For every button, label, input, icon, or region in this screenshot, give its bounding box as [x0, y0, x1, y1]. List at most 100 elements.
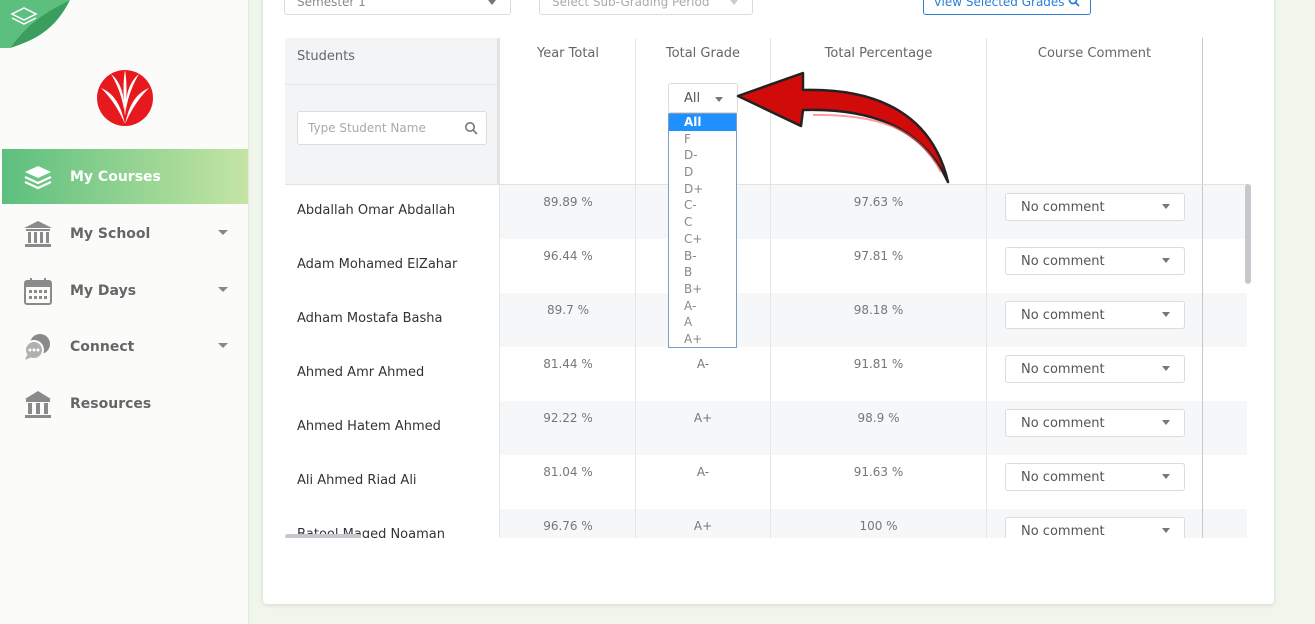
grade-option[interactable]: All: [669, 114, 736, 131]
chevron-down-icon: [1162, 474, 1170, 479]
chevron-down-icon: [218, 343, 228, 348]
red-arrow-annotation: [736, 71, 950, 184]
comment-value: No comment: [1021, 362, 1105, 377]
semester-select[interactable]: Semester 1: [284, 0, 511, 15]
chevron-down-icon: [1162, 366, 1170, 371]
grade-option[interactable]: A: [669, 314, 736, 331]
student-name: Ahmed Amr Ahmed: [285, 347, 500, 401]
course-comment-select[interactable]: No comment: [1005, 193, 1185, 221]
chevron-down-icon: [1162, 258, 1170, 263]
school-logo: [97, 70, 153, 126]
total-grade-cell: A+: [636, 401, 771, 455]
total-percentage-cell: 98.18 %: [771, 293, 987, 347]
course-comment-select[interactable]: No comment: [1005, 409, 1185, 437]
sidebar-item-label: Resources: [70, 395, 152, 412]
course-comment-select[interactable]: No comment: [1005, 247, 1185, 275]
table-row: Ahmed Hatem Ahmed 92.22 % A+ 98.9 % No comme…: [285, 401, 1247, 456]
sub-period-placeholder: Select Sub-Grading Period: [552, 0, 710, 9]
layers-icon: [22, 161, 54, 193]
sub-grading-period-select[interactable]: Select Sub-Grading Period: [539, 0, 753, 15]
total-grade-cell: A+: [636, 509, 771, 538]
students-header-label: Students: [297, 49, 355, 64]
comment-value: No comment: [1021, 254, 1105, 269]
chevron-down-icon: [1162, 528, 1170, 533]
grade-option[interactable]: A-: [669, 298, 736, 315]
grade-option[interactable]: C+: [669, 231, 736, 248]
chat-bubbles-icon: [22, 331, 54, 363]
total-grade-cell: A-: [636, 455, 771, 509]
student-name: Ali Ahmed Riad Ali: [285, 455, 500, 509]
sidebar: My Courses My School My Days Connect Res…: [0, 0, 249, 624]
library-icon: [22, 388, 54, 420]
comment-value: No comment: [1021, 470, 1105, 485]
year-total-header: Year Total: [501, 38, 636, 184]
student-search-input[interactable]: Type Student Name: [297, 111, 487, 145]
year-total-cell: 81.44 %: [501, 347, 636, 401]
grade-option[interactable]: B: [669, 264, 736, 281]
year-total-cell: 89.89 %: [501, 185, 636, 239]
table-row: Batool Maged Noaman 96.76 % A+ 100 % No comm…: [285, 509, 1247, 538]
grade-option[interactable]: D+: [669, 181, 736, 198]
total-percentage-header-label: Total Percentage: [824, 46, 933, 61]
sidebar-item-resources[interactable]: Resources: [2, 376, 248, 431]
student-name: Adam Mohamed ElZahar: [285, 239, 500, 293]
vertical-scrollbar[interactable]: [1245, 184, 1251, 284]
grade-filter-dropdown: All F D- D D+ C- C C+ B- B B+ A- A A+: [668, 113, 737, 348]
search-icon: [1068, 0, 1081, 7]
total-grade-header-label: Total Grade: [665, 46, 741, 61]
table-row: Ali Ahmed Riad Ali 81.04 % A- 91.63 % No com…: [285, 455, 1247, 510]
chevron-down-icon: [218, 230, 228, 235]
sidebar-item-label: Connect: [70, 338, 135, 355]
chevron-down-icon: [1162, 312, 1170, 317]
grade-option[interactable]: B-: [669, 248, 736, 265]
grade-option[interactable]: D-: [669, 147, 736, 164]
school-building-icon: [22, 218, 54, 250]
grade-option[interactable]: F: [669, 131, 736, 148]
student-name: Abdallah Omar Abdallah: [285, 185, 500, 239]
view-button-label: View Selected Grades: [933, 0, 1065, 9]
year-total-header-label: Year Total: [536, 46, 600, 61]
sidebar-item-label: My School: [70, 225, 151, 242]
table-row: Ahmed Amr Ahmed 81.44 % A- 91.81 % No commen…: [285, 347, 1247, 402]
year-total-cell: 89.7 %: [501, 293, 636, 347]
horizontal-scrollbar[interactable]: [285, 534, 361, 538]
grade-option[interactable]: D: [669, 164, 736, 181]
student-name: Adham Mostafa Basha: [285, 293, 500, 347]
chevron-down-icon: [218, 287, 228, 292]
total-percentage-cell: 100 %: [771, 509, 987, 538]
sidebar-item-label: My Courses: [70, 168, 161, 185]
calendar-icon: [22, 275, 54, 307]
semester-value: Semester 1: [297, 0, 366, 9]
total-percentage-cell: 97.63 %: [771, 185, 987, 239]
course-comment-header-label: Course Comment: [1037, 46, 1152, 61]
grade-option[interactable]: C: [669, 214, 736, 231]
course-comment-select[interactable]: No comment: [1005, 301, 1185, 329]
student-name: Ahmed Hatem Ahmed: [285, 401, 500, 455]
chevron-down-icon: [1162, 420, 1170, 425]
course-comment-select[interactable]: No comment: [1005, 463, 1185, 491]
grade-option[interactable]: B+: [669, 281, 736, 298]
grade-filter-select[interactable]: All: [668, 83, 738, 113]
year-total-cell: 92.22 %: [501, 401, 636, 455]
comment-value: No comment: [1021, 416, 1105, 431]
year-total-cell: 96.44 %: [501, 239, 636, 293]
course-comment-select[interactable]: No comment: [1005, 355, 1185, 383]
table-row: Abdallah Omar Abdallah 89.89 % 97.63 % No c…: [285, 185, 1247, 240]
sidebar-item-my-courses[interactable]: My Courses: [2, 149, 248, 204]
total-grade-cell: A-: [636, 347, 771, 401]
course-comment-select[interactable]: No comment: [1005, 517, 1185, 538]
sidebar-item-label: My Days: [70, 282, 137, 299]
sidebar-item-my-days[interactable]: My Days: [2, 263, 248, 318]
grade-option[interactable]: C-: [669, 197, 736, 214]
sidebar-item-my-school[interactable]: My School: [2, 206, 248, 261]
corner-layers-icon: [0, 0, 70, 48]
table-row: Adham Mostafa Basha 89.7 % 98.18 % No comme…: [285, 293, 1247, 348]
comment-value: No comment: [1021, 308, 1105, 323]
sidebar-item-connect[interactable]: Connect: [2, 319, 248, 374]
search-icon[interactable]: [464, 121, 478, 135]
chevron-down-icon: [715, 97, 723, 102]
total-percentage-cell: 98.9 %: [771, 401, 987, 455]
grade-option[interactable]: A+: [669, 331, 736, 348]
students-header: Students Type Student Name: [285, 38, 500, 184]
view-selected-grades-button[interactable]: View Selected Grades: [923, 0, 1091, 15]
